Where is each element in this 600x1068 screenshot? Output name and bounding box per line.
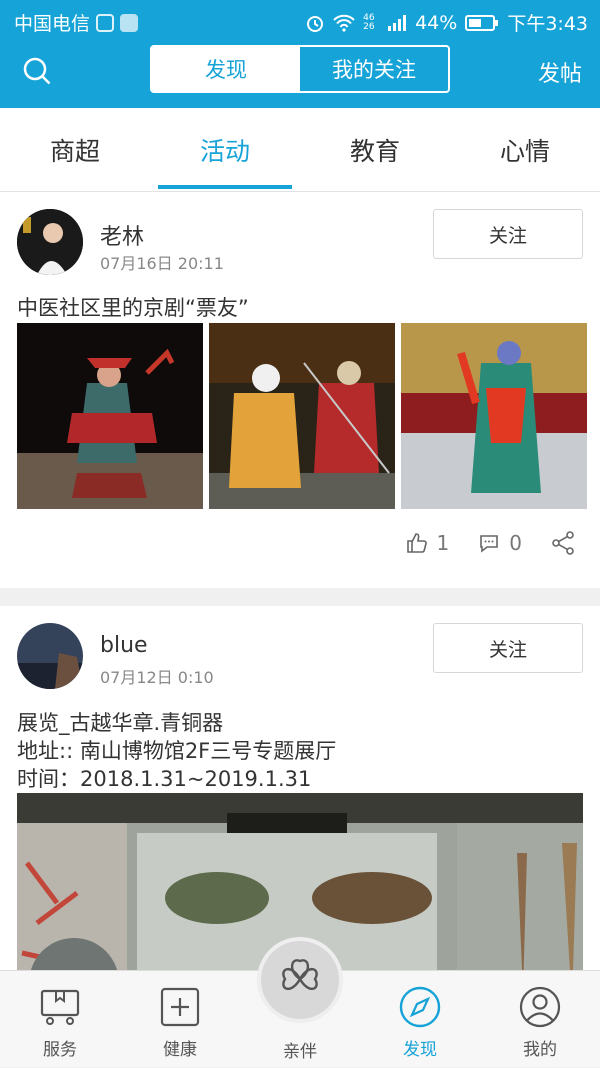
nav-health[interactable]: 健康 [120,971,240,1068]
follow-button[interactable]: 关注 [433,623,583,673]
seg-discover[interactable]: 发现 [152,47,300,91]
avatar[interactable] [17,623,83,689]
carrier-label: 中国电信 [14,13,91,35]
nav-label: 发现 [403,1040,437,1060]
network-label: 46 26 [363,12,375,32]
search-icon[interactable] [22,56,52,86]
thumbs-up-icon [406,533,427,553]
alarm-icon [307,15,324,32]
tab-mood[interactable]: 心情 [450,108,600,191]
status-bar: 中国电信 46 26 44% 下午3:43 [0,0,600,42]
post-actions: 1 0 [405,530,576,556]
comment-icon [480,535,499,553]
avatar[interactable] [17,209,83,275]
like-button[interactable]: 1 [405,531,450,555]
like-count: 1 [436,531,450,555]
follow-button[interactable]: 关注 [433,209,583,259]
security-icon [120,13,139,32]
comment-count: 0 [509,531,522,555]
photo-grid [17,323,587,509]
app-bar: 发现 我的关注 发帖 [0,42,600,108]
tab-activity[interactable]: 活动 [150,108,300,191]
post-time: 07月12日 0:10 [100,668,214,687]
share-icon[interactable] [550,530,576,556]
post-button[interactable]: 发帖 [538,56,582,88]
signal-icon [388,14,407,31]
clover-icon [282,959,318,990]
post-card: 老林 07月16日 20:11 关注 中医社区里的京剧“票友” 1 0 [0,192,600,588]
battery-icon [465,14,499,31]
nav-service[interactable]: 服务 [0,971,120,1068]
battery-percent: 44% [415,11,458,34]
post-time: 07月16日 20:11 [100,254,224,273]
comment-button[interactable]: 0 [477,531,522,555]
post-text-line: 时间：2018.1.31~2019.1.31 [17,767,312,791]
nav-discover[interactable]: 发现 [360,971,480,1068]
seg-following[interactable]: 我的关注 [300,47,448,91]
post-title: 中医社区里的京剧“票友” [17,296,249,320]
user-icon [519,986,561,1028]
post-photo[interactable] [17,323,203,509]
shield-icon [96,13,115,32]
companion-button[interactable] [257,937,343,1023]
compass-icon [399,986,441,1028]
medical-kit-icon [160,987,200,1027]
wifi-icon [333,14,355,32]
post-photo[interactable] [209,323,395,509]
post-photo[interactable] [401,323,587,509]
nav-mine[interactable]: 我的 [480,971,600,1068]
segmented-control: 发现 我的关注 [150,45,450,93]
category-tabs: 商超 活动 教育 心情 [0,108,600,192]
cart-icon [40,989,80,1025]
nav-label: 亲伴 [283,1042,317,1062]
nav-label: 我的 [523,1040,557,1060]
username[interactable]: 老林 [100,219,144,251]
clock: 下午3:43 [507,13,588,35]
nav-label: 健康 [163,1040,197,1060]
username[interactable]: blue [100,633,148,658]
tab-education[interactable]: 教育 [300,108,450,191]
nav-label: 服务 [43,1040,77,1060]
tab-mall[interactable]: 商超 [0,108,150,191]
